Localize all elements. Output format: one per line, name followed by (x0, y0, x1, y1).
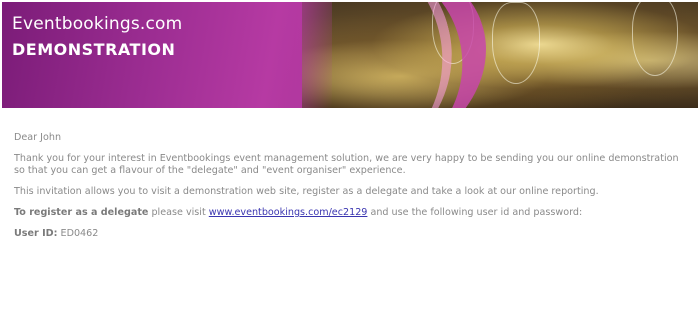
register-mid: please visit (148, 207, 209, 218)
user-id-value: ED0462 (57, 228, 99, 239)
header-banner: Eventbookings.com DEMONSTRATION (2, 2, 698, 108)
register-link[interactable]: www.eventbookings.com/ec2129 (209, 207, 368, 218)
banner-subtitle: DEMONSTRATION (12, 40, 176, 59)
greeting: Dear John (14, 132, 62, 143)
user-id-label: User ID: (14, 228, 58, 239)
invitation-paragraph: This invitation allows you to visit a de… (14, 186, 599, 197)
email-body: Dear John Thank you for your interest in… (14, 132, 686, 249)
banner-swoosh (217, 2, 513, 108)
register-tail: and use the following user id and passwo… (367, 207, 583, 218)
intro-paragraph: Thank you for your interest in Eventbook… (14, 153, 679, 176)
user-id-line: User ID: ED0462 (14, 228, 686, 240)
register-paragraph: To register as a delegate please visit w… (14, 207, 686, 219)
brand-name: Eventbookings.com (12, 14, 183, 34)
register-lead: To register as a delegate (14, 207, 149, 218)
